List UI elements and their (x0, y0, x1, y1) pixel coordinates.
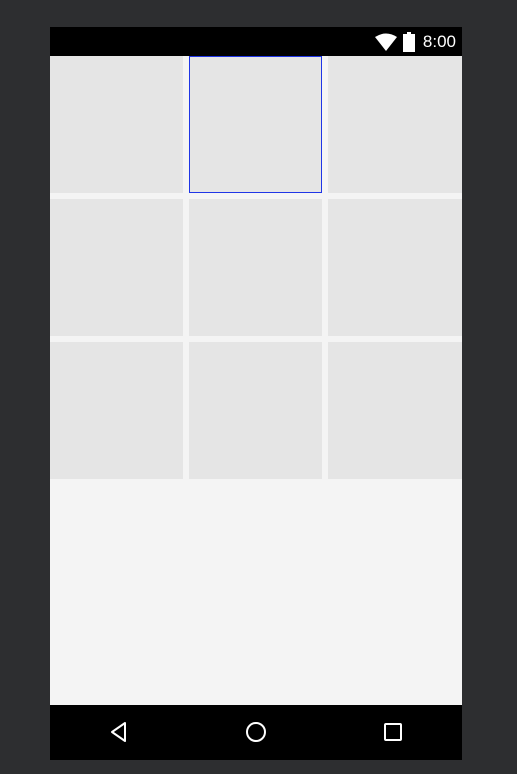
wifi-icon (374, 33, 397, 51)
grid-tile-1[interactable] (50, 56, 183, 193)
home-icon[interactable] (244, 720, 268, 744)
device-screen: 8:00 (50, 27, 462, 760)
grid-tile-4[interactable] (50, 199, 183, 336)
grid-tile-2-selected[interactable] (189, 56, 322, 193)
status-icons: 8:00 (374, 31, 456, 53)
grid-tile-7[interactable] (50, 342, 183, 479)
battery-icon (402, 32, 415, 52)
back-icon[interactable] (107, 720, 131, 744)
grid-tile-6[interactable] (328, 199, 462, 336)
grid-tile-3[interactable] (328, 56, 462, 193)
status-bar: 8:00 (50, 27, 462, 56)
navigation-bar (50, 705, 462, 760)
grid-tile-5[interactable] (189, 199, 322, 336)
grid-tile-8[interactable] (189, 342, 322, 479)
grid-tile-9[interactable] (328, 342, 462, 479)
recents-icon[interactable] (381, 720, 405, 744)
status-time: 8:00 (422, 32, 456, 51)
tile-grid (50, 56, 462, 479)
